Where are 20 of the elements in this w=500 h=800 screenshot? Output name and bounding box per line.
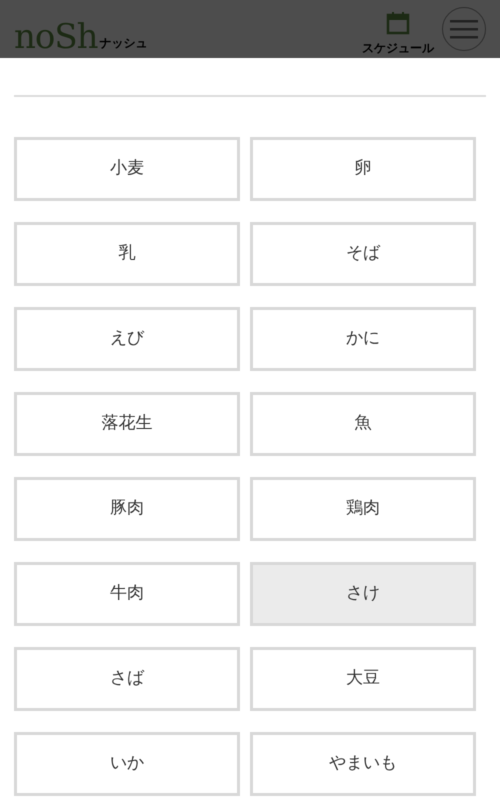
allergen-button[interactable]: やまいも	[250, 732, 476, 796]
allergen-button[interactable]: 鶏肉	[250, 477, 476, 541]
allergen-button[interactable]: 卵	[250, 137, 476, 201]
allergen-button[interactable]: 豚肉	[14, 477, 240, 541]
allergen-button[interactable]: さば	[14, 647, 240, 711]
allergen-button[interactable]: 魚	[250, 392, 476, 456]
menu-button[interactable]	[442, 7, 486, 51]
allergen-button[interactable]: えび	[14, 307, 240, 371]
allergen-button[interactable]: 牛肉	[14, 562, 240, 626]
allergen-button[interactable]: さけ	[250, 562, 476, 626]
allergen-button[interactable]: そば	[250, 222, 476, 286]
calendar-icon[interactable]	[386, 11, 410, 35]
allergen-button[interactable]: かに	[250, 307, 476, 371]
allergen-button[interactable]: 乳	[14, 222, 240, 286]
menu-icon	[450, 19, 478, 39]
allergen-button[interactable]: 大豆	[250, 647, 476, 711]
logo-subtitle: ナッシュ	[100, 35, 148, 52]
allergen-button[interactable]: 小麦	[14, 137, 240, 201]
allergen-button[interactable]: 落花生	[14, 392, 240, 456]
allergen-button[interactable]: いか	[14, 732, 240, 796]
